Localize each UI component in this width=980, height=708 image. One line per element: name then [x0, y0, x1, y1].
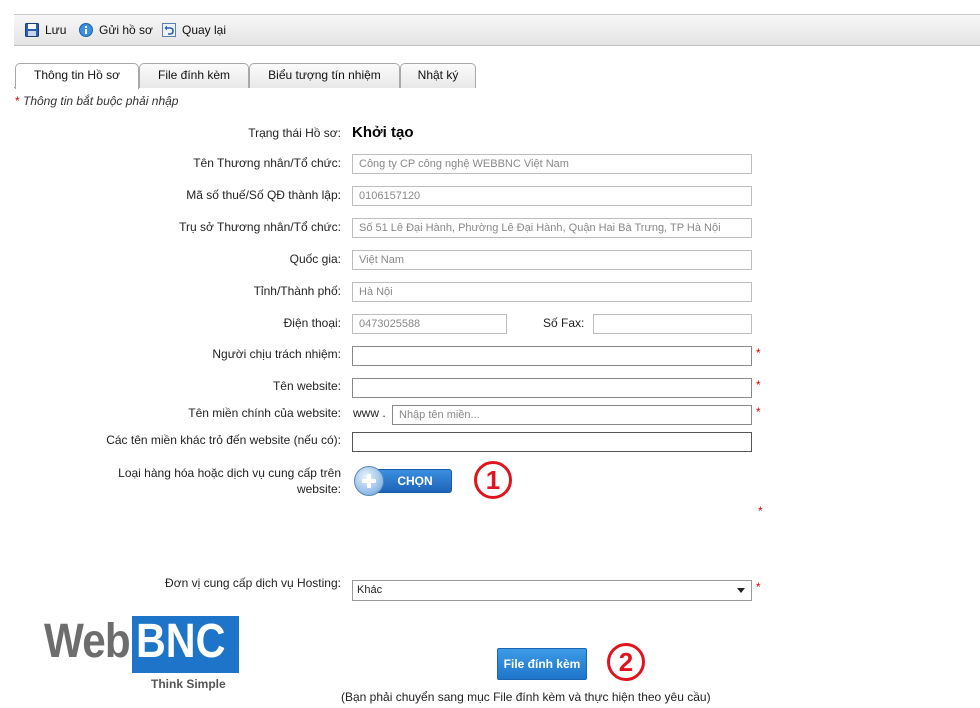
save-button[interactable]: Lưu	[25, 22, 66, 38]
main-domain-label: Tên miền chính của website:	[188, 406, 341, 420]
attachments-button[interactable]: File đính kèm	[497, 648, 587, 680]
bottom-note: (Bạn phải chuyển sang mục File đính kèm …	[341, 690, 711, 704]
responsible-label: Người chịu trách nhiệm:	[212, 347, 341, 361]
merchant-name-field[interactable]: Công ty CP công nghệ WEBBNC Việt Nam	[352, 154, 752, 174]
tax-id-label: Mã số thuế/Số QĐ thành lập:	[186, 188, 341, 202]
province-label: Tỉnh/Thành phố:	[253, 284, 341, 298]
tab-log[interactable]: Nhật ký	[400, 63, 476, 88]
required-mark-goods: *	[758, 504, 763, 518]
website-name-field[interactable]	[352, 378, 752, 398]
status-label: Trạng thái Hồ sơ:	[248, 126, 341, 140]
country-field[interactable]: Việt Nam	[352, 250, 752, 270]
step-2-marker: 2	[607, 643, 645, 681]
info-icon	[79, 23, 93, 37]
hosting-selected-value: Khác	[357, 584, 383, 596]
other-domains-field[interactable]	[352, 432, 752, 452]
goods-label-line1: Loại hàng hóa hoặc dịch vụ cung cấp trên	[118, 466, 341, 480]
main-domain-input[interactable]: Nhập tên miền...	[392, 405, 752, 425]
domain-prefix: www .	[353, 406, 386, 420]
fax-field[interactable]	[593, 314, 752, 334]
logo-bnc-text: BNC	[136, 615, 226, 668]
other-domains-label: Các tên miền khác trỏ đến website (nếu c…	[106, 433, 341, 447]
required-mark-website: *	[756, 378, 761, 392]
logo-tagline: Think Simple	[151, 677, 226, 691]
save-label: Lưu	[45, 23, 67, 37]
required-note-text: Thông tin bắt buộc phải nhập	[19, 94, 179, 108]
status-value: Khởi tạo	[352, 124, 414, 141]
hosting-label: Đơn vị cung cấp dịch vụ Hosting:	[165, 576, 341, 590]
hosting-select[interactable]: Khác	[352, 580, 752, 601]
required-mark-responsible: *	[756, 346, 761, 360]
plus-icon	[354, 466, 384, 496]
goods-label-line2: website:	[296, 482, 341, 496]
save-icon	[25, 23, 39, 37]
undo-icon	[162, 23, 176, 37]
fax-label: Số Fax:	[543, 316, 585, 330]
toolbar: Lưu Gửi hồ sơ Quay lại	[14, 14, 980, 46]
merchant-name-label: Tên Thương nhân/Tổ chức:	[193, 156, 341, 170]
country-label: Quốc gia:	[289, 252, 341, 266]
dropdown-arrow-icon	[737, 588, 745, 593]
tab-trust-badge[interactable]: Biểu tượng tín nhiệm	[249, 63, 400, 88]
back-label: Quay lại	[182, 23, 227, 37]
goods-label: Loại hàng hóa hoặc dịch vụ cung cấp trên…	[118, 465, 341, 497]
required-mark-hosting: *	[756, 580, 761, 594]
back-button[interactable]: Quay lại	[162, 22, 226, 38]
address-field[interactable]: Số 51 Lê Đại Hành, Phường Lê Đại Hành, Q…	[352, 218, 752, 238]
tax-id-field[interactable]: 0106157120	[352, 186, 752, 206]
logo-web-text: Web	[44, 615, 131, 668]
step-1-marker: 1	[474, 461, 512, 499]
tab-attachments[interactable]: File đính kèm	[139, 63, 249, 88]
choose-goods-button[interactable]: CHỌN	[354, 466, 452, 496]
submit-label: Gửi hồ sơ	[99, 23, 153, 37]
required-mark-domain: *	[756, 405, 761, 419]
website-name-label: Tên website:	[272, 379, 341, 393]
province-field[interactable]: Hà Nội	[352, 282, 752, 302]
tab-profile-info[interactable]: Thông tin Hồ sơ	[15, 63, 139, 89]
required-note: * Thông tin bắt buộc phải nhập	[15, 94, 178, 108]
submit-button[interactable]: Gửi hồ sơ	[79, 22, 153, 38]
phone-label: Điện thoại:	[283, 316, 341, 330]
address-label: Trụ sở Thương nhân/Tổ chức:	[179, 220, 341, 234]
phone-field[interactable]: 0473025588	[352, 314, 507, 334]
responsible-field[interactable]	[352, 346, 752, 366]
